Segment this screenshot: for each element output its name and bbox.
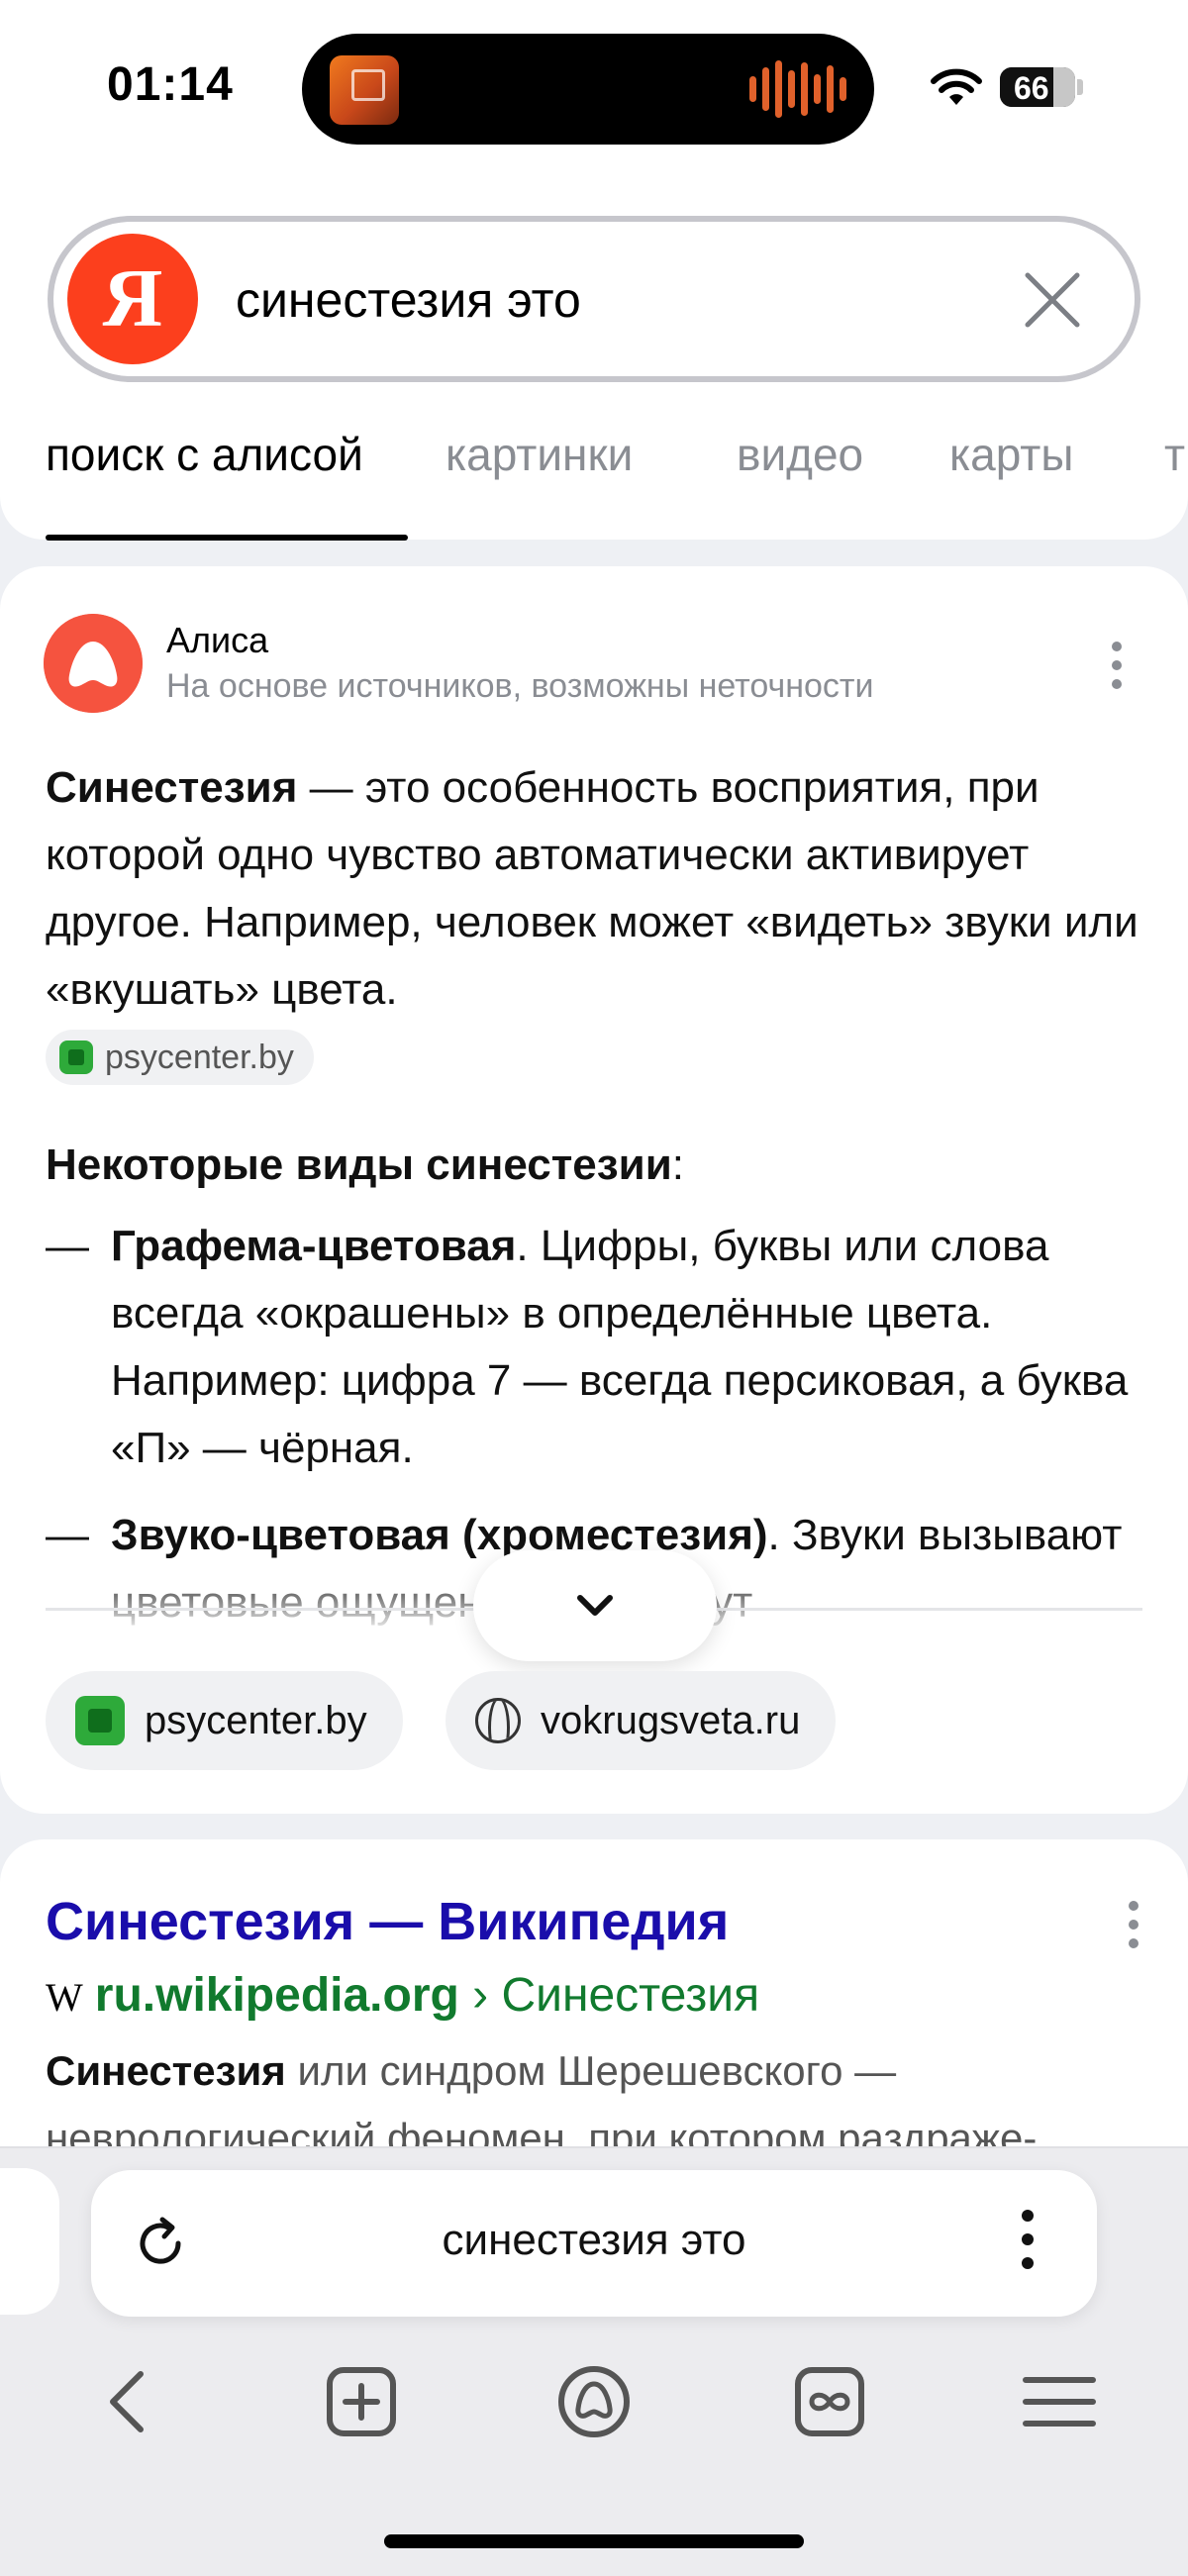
more-vertical-icon[interactable] <box>1112 642 1124 698</box>
alice-answer-text: Синестезия — это особенность восприятия,… <box>46 754 1144 1636</box>
psycenter-favicon-icon <box>75 1696 125 1745</box>
audio-waveform-icon <box>749 59 846 119</box>
now-playing-artwork <box>330 55 399 125</box>
wifi-icon <box>931 68 982 105</box>
alice-name: Алиса <box>166 620 269 660</box>
address-bar-text[interactable]: синестезия это <box>91 2216 1097 2265</box>
tab-more[interactable]: т <box>1164 428 1185 481</box>
list-item: — Графема-цветовая. Цифры, буквы или сло… <box>46 1222 1129 1472</box>
result-url[interactable]: Wru.wikipedia.org › Синестезия <box>46 1968 759 2023</box>
result-domain: ru.wikipedia.org <box>94 1969 459 2022</box>
source-chip-label: psycenter.by <box>105 1039 294 1076</box>
yandex-logo[interactable]: Я <box>67 234 198 364</box>
back-icon[interactable] <box>89 2362 168 2441</box>
battery-icon: 66 <box>1000 67 1075 107</box>
more-vertical-icon[interactable] <box>1022 2210 1034 2281</box>
wikipedia-icon: W <box>46 1975 83 2020</box>
tab-alice-search[interactable]: поиск с алисой <box>46 428 363 481</box>
close-icon[interactable] <box>1018 265 1087 335</box>
dynamic-island[interactable] <box>302 34 874 145</box>
home-indicator[interactable] <box>384 2534 804 2548</box>
alice-answer-card: Алиса На основе источников, возможны нет… <box>0 566 1188 1814</box>
chevron-down-icon <box>577 1595 613 1616</box>
alice-icon[interactable] <box>554 2362 634 2441</box>
address-bar[interactable]: синестезия это <box>91 2170 1097 2317</box>
alice-logo <box>44 614 143 713</box>
tab-video[interactable]: видео <box>737 428 863 481</box>
result-title-link[interactable]: Синестезия — Википедия <box>46 1891 729 1952</box>
search-box[interactable]: Я синестезия это <box>48 216 1140 382</box>
source-chip-psycenter[interactable]: psycenter.by <box>46 1671 403 1770</box>
alice-disclaimer: На основе источников, возможны неточност… <box>166 667 874 705</box>
battery-level: 66 <box>1014 70 1049 106</box>
psycenter-favicon-icon <box>59 1040 93 1074</box>
tab-maps[interactable]: карты <box>949 428 1073 481</box>
status-time: 01:14 <box>107 58 234 111</box>
search-header: Я синестезия это поиск с алисой картинки… <box>0 168 1188 541</box>
menu-icon[interactable] <box>1020 2362 1099 2441</box>
new-tab-icon[interactable] <box>322 2362 401 2441</box>
result-path: › Синестезия <box>458 1969 760 2022</box>
section-title: Некоторые виды синестезии <box>46 1140 672 1189</box>
more-vertical-icon[interactable] <box>1129 1901 1140 1957</box>
active-tab-indicator <box>46 535 408 541</box>
answer-term: Синестезия <box>46 763 298 812</box>
tabs-icon[interactable] <box>790 2362 869 2441</box>
status-bar: 01:14 66 <box>0 0 1188 168</box>
list-item-term: Графема-цветовая <box>111 1222 517 1270</box>
tab-images[interactable]: картинки <box>446 428 633 481</box>
source-chip-vokrugsveta[interactable]: vokrugsveta.ru <box>446 1671 837 1770</box>
globe-icon <box>475 1698 521 1743</box>
search-input[interactable]: синестезия это <box>236 271 581 329</box>
source-chip[interactable]: psycenter.by <box>46 1030 314 1085</box>
previous-tab-peek[interactable] <box>0 2168 59 2315</box>
expand-answer-button[interactable] <box>473 1550 717 1661</box>
